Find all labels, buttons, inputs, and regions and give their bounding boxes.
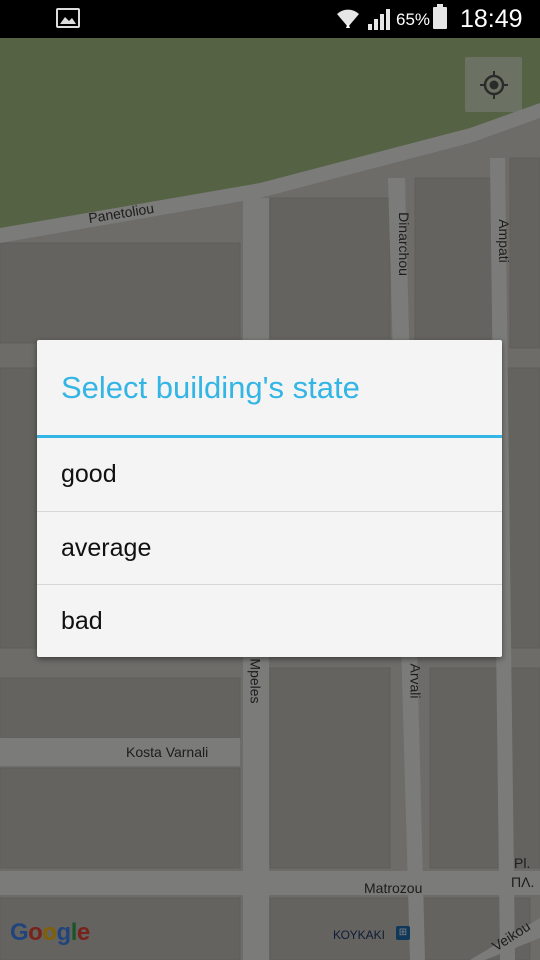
gallery-icon	[56, 8, 80, 28]
battery-icon	[433, 4, 447, 29]
clock: 18:49	[460, 5, 523, 33]
signal-icon	[368, 9, 390, 30]
option-label: bad	[61, 607, 103, 635]
battery-percent: 65%	[396, 10, 431, 29]
building-state-dialog: Select building's state good average bad	[37, 340, 502, 657]
wifi-icon	[337, 9, 359, 28]
option-average[interactable]: average	[37, 512, 502, 584]
option-label: average	[61, 534, 152, 562]
dialog-title: Select building's state	[61, 370, 360, 405]
option-label: good	[61, 460, 117, 488]
option-bad[interactable]: bad	[37, 585, 502, 657]
option-good[interactable]: good	[37, 438, 502, 510]
status-bar: 65% 18:49	[0, 0, 540, 38]
